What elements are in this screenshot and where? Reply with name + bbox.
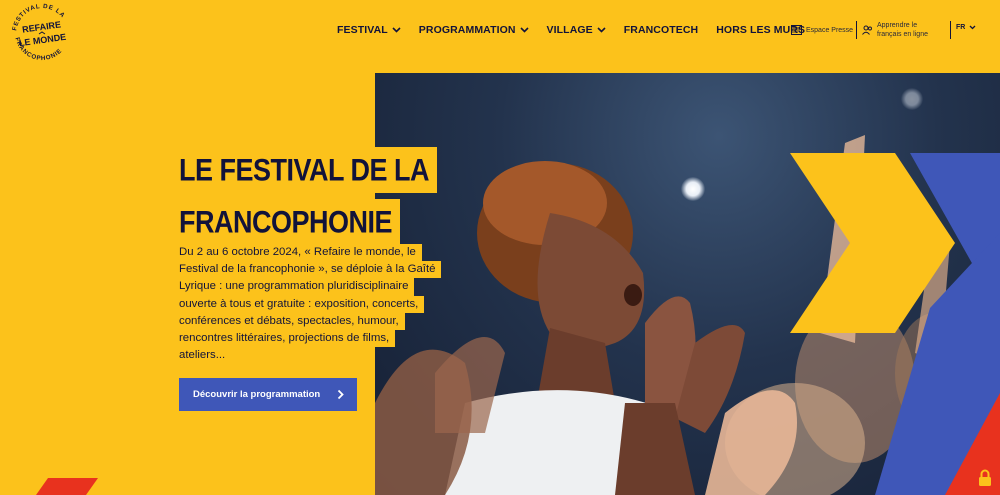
language-selector[interactable]: FR xyxy=(956,24,976,31)
description-line: Du 2 au 6 octobre 2024, « Refaire le mon… xyxy=(179,244,422,262)
description-line: Lyrique : une programmation pluridiscipl… xyxy=(179,278,415,296)
nav-village[interactable]: VILLAGE xyxy=(547,22,606,38)
language-label: FR xyxy=(956,24,966,31)
people-icon xyxy=(862,25,872,35)
divider xyxy=(856,21,857,39)
main-nav: FESTIVAL PROGRAMMATION VILLAGE FRANCOTEC… xyxy=(337,22,823,38)
description-line: Festival de la francophonie », se déploi… xyxy=(179,261,442,279)
nav-programmation-label: PROGRAMMATION xyxy=(418,24,516,36)
nav-programmation[interactable]: PROGRAMMATION xyxy=(419,22,529,38)
lock-icon[interactable] xyxy=(978,469,992,487)
chevron-down-icon xyxy=(969,25,976,30)
hero-title-line-2: FRANCOPHONIE xyxy=(176,199,401,245)
hero-image xyxy=(375,73,1000,495)
description-line: ateliers... xyxy=(179,347,232,365)
press-link[interactable]: Espace Presse xyxy=(791,25,853,35)
cta-label: Découvrir la programmation xyxy=(193,389,321,400)
page: FESTIVAL DE LA FRANCOPHONIE REFAIRE LE M… xyxy=(0,0,1000,495)
nav-festival-label: FESTIVAL xyxy=(337,24,388,36)
learn-french-link[interactable]: Apprendre le français en ligne xyxy=(862,21,942,39)
hero-title-line-1: LE FESTIVAL DE LA xyxy=(176,147,438,193)
chevron-down-icon xyxy=(392,27,401,33)
press-label: Espace Presse xyxy=(806,26,854,34)
nav-francotech[interactable]: FRANCOTECH xyxy=(624,22,699,38)
nav-village-label: VILLAGE xyxy=(546,24,593,36)
chevron-down-icon xyxy=(597,27,606,33)
red-stripe xyxy=(36,478,98,495)
chevron-down-icon xyxy=(519,27,529,33)
chevron-right-icon xyxy=(337,389,344,400)
nav-festival[interactable]: FESTIVAL xyxy=(337,22,401,38)
discover-program-button[interactable]: Découvrir la programmation xyxy=(179,378,357,411)
description-line: conférences et débats, spectacles, humou… xyxy=(179,312,405,331)
description-line: rencontres littéraires, projections de f… xyxy=(179,330,396,348)
description-line: ouverte à tous et gratuite : exposition,… xyxy=(179,295,425,313)
newspaper-icon xyxy=(791,25,802,35)
festival-logo[interactable]: FESTIVAL DE LA FRANCOPHONIE REFAIRE LE M… xyxy=(8,3,80,61)
divider xyxy=(950,21,951,39)
nav-francotech-label: FRANCOTECH xyxy=(623,24,699,36)
hero-description: Du 2 au 6 octobre 2024, « Refaire le mon… xyxy=(179,244,442,365)
crowd-illustration xyxy=(375,135,1000,495)
learn-label-line1: Apprendre le xyxy=(877,22,918,29)
learn-label-line2: français en ligne xyxy=(877,31,928,38)
